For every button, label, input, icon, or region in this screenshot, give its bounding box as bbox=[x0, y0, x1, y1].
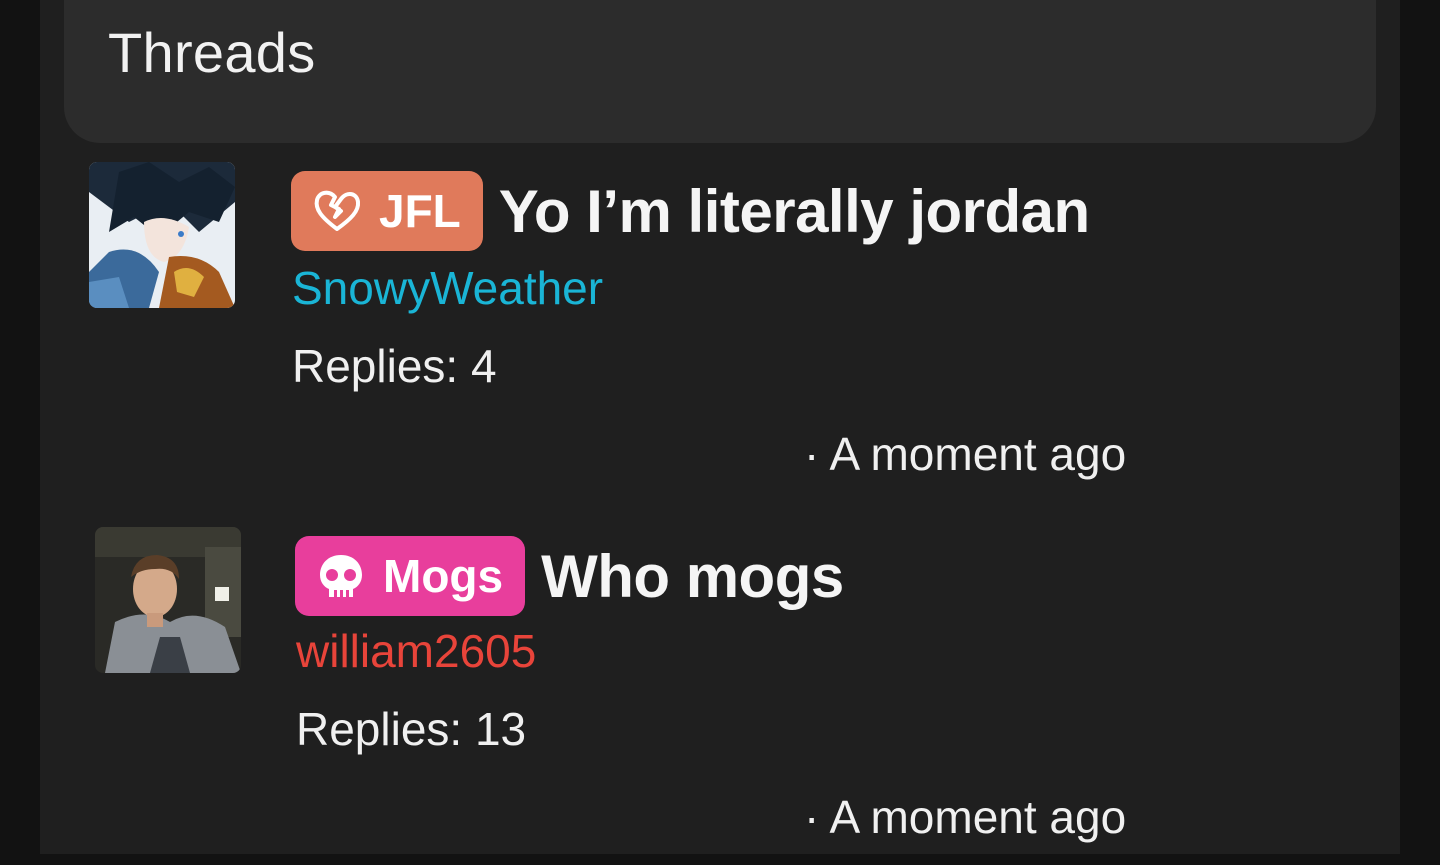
thread-title-row: JFL Yo I’m literally jordan bbox=[291, 170, 1090, 252]
tag-label: Mogs bbox=[383, 550, 504, 602]
author-link[interactable]: william2605 bbox=[296, 625, 536, 677]
thread-item[interactable]: Mogs Who mogs william2605 Replies: 13 · … bbox=[40, 525, 1400, 865]
anime-character-avatar-image bbox=[89, 162, 235, 308]
user-photo-avatar-image bbox=[95, 527, 241, 673]
page-title: Threads bbox=[108, 21, 316, 84]
tag-badge-mogs[interactable]: Mogs bbox=[295, 536, 526, 616]
thread-title[interactable]: Yo I’m literally jordan bbox=[499, 177, 1090, 246]
timestamp: · A moment ago bbox=[804, 791, 1127, 843]
threads-panel: Threads JFL Yo I’m literally jordan Snow… bbox=[40, 0, 1400, 854]
thread-title-row: Mogs Who mogs bbox=[295, 535, 844, 617]
broken-heart-icon bbox=[311, 185, 363, 237]
thread-item[interactable]: JFL Yo I’m literally jordan SnowyWeather… bbox=[40, 160, 1400, 500]
reply-count: Replies: 4 bbox=[292, 340, 497, 392]
avatar[interactable] bbox=[95, 527, 241, 673]
reply-count: Replies: 13 bbox=[296, 703, 527, 755]
thread-title[interactable]: Who mogs bbox=[541, 542, 844, 611]
author-link[interactable]: SnowyWeather bbox=[292, 262, 603, 314]
threads-header: Threads bbox=[64, 0, 1376, 143]
skull-icon bbox=[315, 550, 367, 602]
tag-label: JFL bbox=[379, 185, 461, 237]
tag-badge-jfl[interactable]: JFL bbox=[291, 171, 483, 251]
timestamp: · A moment ago bbox=[804, 428, 1127, 480]
avatar[interactable] bbox=[89, 162, 235, 308]
